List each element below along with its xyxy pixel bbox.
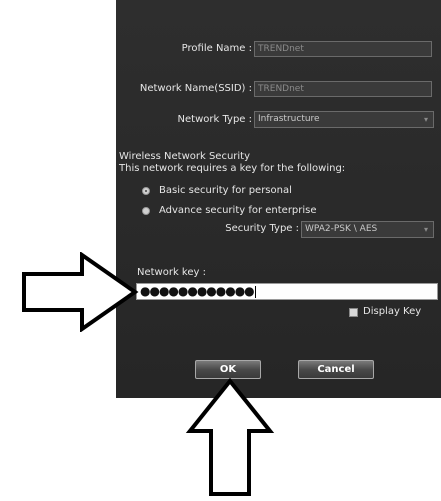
advance-security-label[interactable]: Advance security for enterprise (159, 205, 317, 216)
network-key-label: Network key : (137, 267, 206, 278)
display-key-checkbox[interactable] (349, 308, 358, 317)
cancel-button[interactable]: Cancel (298, 360, 374, 379)
arrow-right-icon (22, 252, 139, 332)
security-type-label: Security Type : (225, 223, 299, 234)
wireless-profile-dialog (116, 0, 441, 398)
ssid-field[interactable]: TRENDnet (254, 81, 432, 97)
profile-name-label: Profile Name : (181, 43, 252, 54)
chevron-down-icon: ▾ (423, 115, 428, 124)
basic-security-label[interactable]: Basic security for personal (159, 185, 292, 196)
ssid-label: Network Name(SSID) : (139, 83, 252, 94)
screenshot-stage: Profile Name : TRENDnet Network Name(SSI… (0, 0, 441, 501)
network-key-value: ●●●●●●●●●●●● (140, 284, 255, 298)
security-description: This network requires a key for the foll… (119, 163, 346, 174)
network-key-input[interactable]: ●●●●●●●●●●●● (136, 283, 438, 300)
security-heading: Wireless Network Security (119, 151, 251, 162)
security-type-select[interactable]: WPA2-PSK \ AES ▾ (301, 221, 434, 238)
basic-security-radio[interactable] (142, 187, 150, 195)
network-type-select[interactable]: Infrastructure ▾ (254, 111, 434, 128)
text-caret (254, 285, 256, 298)
chevron-down-icon: ▾ (423, 225, 428, 234)
security-type-value: WPA2-PSK \ AES (305, 224, 378, 234)
arrow-up-icon (185, 377, 275, 496)
network-type-label: Network Type : (177, 114, 252, 125)
profile-name-field[interactable]: TRENDnet (254, 41, 432, 57)
network-type-value: Infrastructure (258, 114, 320, 124)
advance-security-radio[interactable] (142, 207, 150, 215)
display-key-label[interactable]: Display Key (363, 306, 421, 317)
